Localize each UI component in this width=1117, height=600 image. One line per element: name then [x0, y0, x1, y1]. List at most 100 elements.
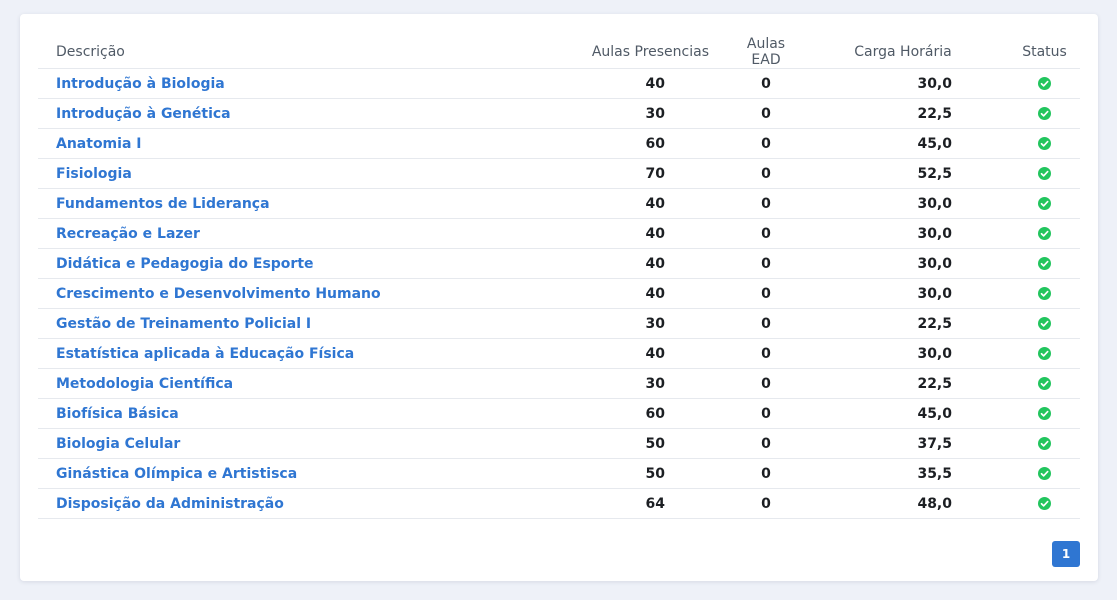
cell-status	[1009, 218, 1080, 249]
cell-ead-classes: 0	[735, 308, 797, 339]
cell-status	[1009, 338, 1080, 369]
cell-workload: 30,0	[797, 68, 1009, 99]
check-circle-icon	[1038, 347, 1051, 360]
course-link[interactable]: Didática e Pedagogia do Esporte	[56, 256, 314, 272]
check-circle-icon	[1038, 467, 1051, 480]
cell-description: Estatística aplicada à Educação Física	[38, 338, 493, 369]
cell-ead-classes: 0	[735, 188, 797, 219]
cell-presential-classes: 40	[493, 248, 735, 279]
cell-status	[1009, 458, 1080, 489]
cell-presential-classes: 70	[493, 158, 735, 189]
cell-workload: 35,5	[797, 458, 1009, 489]
cell-description: Ginástica Olímpica e Artistisca	[38, 458, 493, 489]
course-link[interactable]: Metodologia Científica	[56, 376, 233, 392]
check-circle-icon	[1038, 107, 1051, 120]
table-row: Ginástica Olímpica e Artistisca 50 0 35,5	[38, 458, 1080, 489]
cell-presential-classes: 30	[493, 98, 735, 129]
table-row: Anatomia I 60 0 45,0	[38, 128, 1080, 159]
check-circle-icon	[1038, 437, 1051, 450]
cell-workload: 30,0	[797, 338, 1009, 369]
header-presential-classes: Aulas Presencias	[493, 36, 735, 69]
course-link[interactable]: Introdução à Biologia	[56, 76, 225, 92]
cell-ead-classes: 0	[735, 368, 797, 399]
cell-description: Fisiologia	[38, 158, 493, 189]
cell-presential-classes: 40	[493, 188, 735, 219]
table-row: Didática e Pedagogia do Esporte 40 0 30,0	[38, 248, 1080, 279]
check-circle-icon	[1038, 497, 1051, 510]
header-ead-classes: Aulas EAD	[735, 36, 797, 69]
cell-description: Fundamentos de Liderança	[38, 188, 493, 219]
cell-status	[1009, 488, 1080, 519]
cell-status	[1009, 188, 1080, 219]
course-link[interactable]: Gestão de Treinamento Policial I	[56, 316, 311, 332]
cell-presential-classes: 30	[493, 308, 735, 339]
course-link[interactable]: Anatomia I	[56, 136, 141, 152]
course-link[interactable]: Fisiologia	[56, 166, 132, 182]
check-circle-icon	[1038, 167, 1051, 180]
cell-presential-classes: 40	[493, 218, 735, 249]
course-link[interactable]: Biofísica Básica	[56, 406, 179, 422]
check-circle-icon	[1038, 197, 1051, 210]
cell-workload: 45,0	[797, 128, 1009, 159]
check-circle-icon	[1038, 227, 1051, 240]
course-link[interactable]: Biologia Celular	[56, 436, 180, 452]
cell-presential-classes: 40	[493, 68, 735, 99]
check-circle-icon	[1038, 257, 1051, 270]
cell-description: Recreação e Lazer	[38, 218, 493, 249]
cell-ead-classes: 0	[735, 338, 797, 369]
cell-ead-classes: 0	[735, 398, 797, 429]
check-circle-icon	[1038, 407, 1051, 420]
cell-status	[1009, 68, 1080, 99]
cell-workload: 22,5	[797, 368, 1009, 399]
cell-workload: 30,0	[797, 218, 1009, 249]
check-circle-icon	[1038, 317, 1051, 330]
cell-description: Crescimento e Desenvolvimento Humano	[38, 278, 493, 309]
cell-ead-classes: 0	[735, 158, 797, 189]
cell-workload: 52,5	[797, 158, 1009, 189]
cell-presential-classes: 50	[493, 428, 735, 459]
table-body: Introdução à Biologia 40 0 30,0 Introdução à…	[38, 68, 1080, 519]
course-link[interactable]: Disposição da Administração	[56, 496, 284, 512]
cell-description: Didática e Pedagogia do Esporte	[38, 248, 493, 279]
cell-presential-classes: 60	[493, 398, 735, 429]
table-row: Estatística aplicada à Educação Física 40…	[38, 338, 1080, 369]
cell-ead-classes: 0	[735, 128, 797, 159]
check-circle-icon	[1038, 287, 1051, 300]
cell-description: Gestão de Treinamento Policial I	[38, 308, 493, 339]
cell-description: Biofísica Básica	[38, 398, 493, 429]
cell-ead-classes: 0	[735, 278, 797, 309]
course-link[interactable]: Fundamentos de Liderança	[56, 196, 270, 212]
cell-status	[1009, 428, 1080, 459]
cell-description: Anatomia I	[38, 128, 493, 159]
check-circle-icon	[1038, 77, 1051, 90]
cell-presential-classes: 30	[493, 368, 735, 399]
course-link[interactable]: Ginástica Olímpica e Artistisca	[56, 466, 297, 482]
cell-description: Introdução à Genética	[38, 98, 493, 129]
cell-ead-classes: 0	[735, 68, 797, 99]
cell-status	[1009, 248, 1080, 279]
course-link[interactable]: Estatística aplicada à Educação Física	[56, 346, 354, 362]
header-workload: Carga Horária	[797, 36, 1009, 69]
cell-ead-classes: 0	[735, 248, 797, 279]
table-row: Recreação e Lazer 40 0 30,0	[38, 218, 1080, 249]
cell-status	[1009, 128, 1080, 159]
cell-workload: 22,5	[797, 308, 1009, 339]
check-circle-icon	[1038, 377, 1051, 390]
cell-ead-classes: 0	[735, 428, 797, 459]
cell-status	[1009, 398, 1080, 429]
cell-presential-classes: 64	[493, 488, 735, 519]
cell-workload: 45,0	[797, 398, 1009, 429]
course-link[interactable]: Recreação e Lazer	[56, 226, 200, 242]
cell-ead-classes: 0	[735, 218, 797, 249]
course-link[interactable]: Crescimento e Desenvolvimento Humano	[56, 286, 381, 302]
table-row: Crescimento e Desenvolvimento Humano 40 0 3…	[38, 278, 1080, 309]
cell-status	[1009, 368, 1080, 399]
cell-workload: 37,5	[797, 428, 1009, 459]
table-row: Introdução à Biologia 40 0 30,0	[38, 68, 1080, 99]
cell-status	[1009, 278, 1080, 309]
table-row: Fisiologia 70 0 52,5	[38, 158, 1080, 189]
pagination-page-button[interactable]: 1	[1052, 541, 1080, 567]
course-link[interactable]: Introdução à Genética	[56, 106, 231, 122]
cell-ead-classes: 0	[735, 458, 797, 489]
header-description: Descrição	[38, 36, 493, 69]
